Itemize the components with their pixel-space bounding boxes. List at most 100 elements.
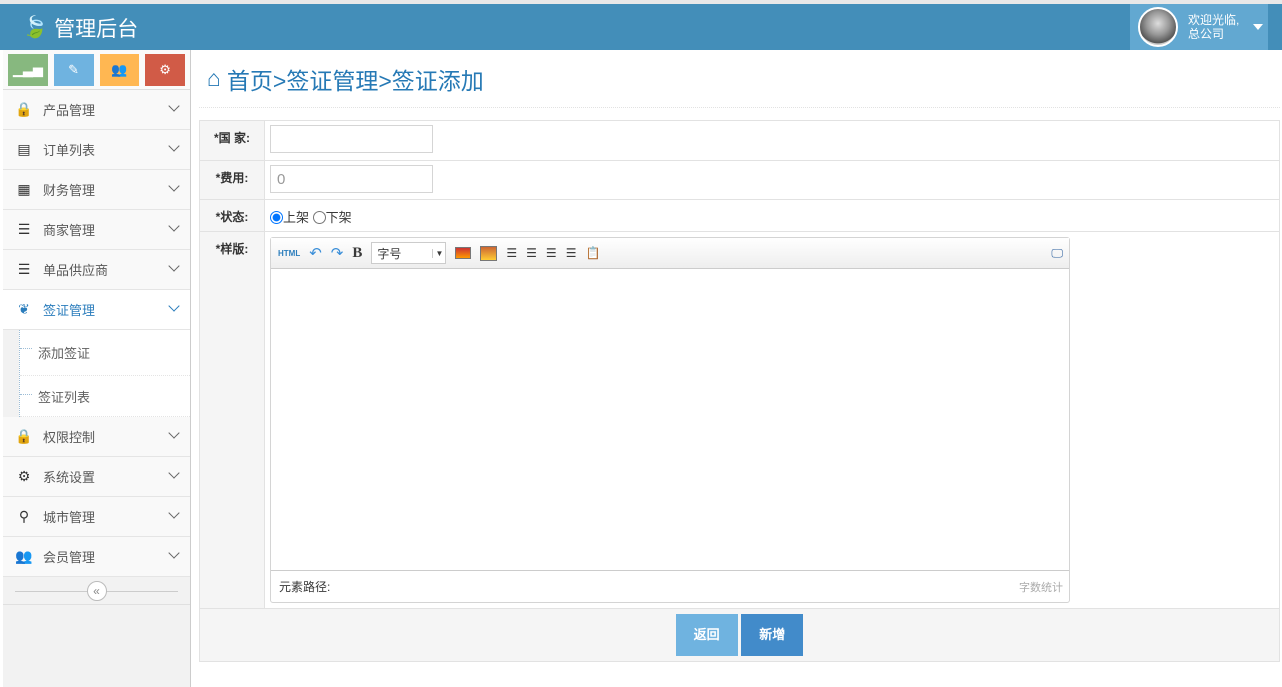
editor-footer: 元素路径: 字数统计 <box>271 570 1069 602</box>
chevron-down-icon <box>168 140 180 152</box>
sidebar: ▁▃▅ ✎ 👥 ⚙ 🔒 产品管理 ▤ 订单列表 ▦ 财务管理 ☰ 商家管理 ☰ 单品供应商… <box>3 50 191 687</box>
country-input[interactable] <box>270 125 433 153</box>
settings-shortcut-button[interactable]: ⚙ <box>145 54 185 86</box>
menu-label: 订单列表 <box>43 143 96 158</box>
status-on-radio[interactable]: 上架 <box>270 210 309 225</box>
font-size-select[interactable]: 字号 ▼ <box>371 242 447 264</box>
chevron-down-icon <box>168 180 180 192</box>
align-right-icon[interactable]: ☰ <box>526 246 537 260</box>
status-on-label: 上架 <box>283 210 310 225</box>
image-icon[interactable] <box>455 247 472 259</box>
fullscreen-icon[interactable]: 🖵 <box>1051 246 1063 261</box>
redo-icon[interactable]: ↷ <box>331 244 344 262</box>
sidebar-item-permissions[interactable]: 🔒 权限控制 <box>3 417 190 457</box>
status-off-label: 下架 <box>325 210 352 225</box>
chevron-down-icon <box>168 300 180 312</box>
add-button[interactable]: 新增 <box>741 614 804 656</box>
chevron-down-icon <box>168 260 180 272</box>
visa-submenu: 添加签证 签证列表 <box>19 330 190 417</box>
brand-title: 管理后台 <box>54 18 139 41</box>
paste-icon[interactable]: 📋 <box>585 246 600 260</box>
breadcrumb[interactable]: 首页>签证管理>签证添加 <box>227 62 484 96</box>
menu-label: 财务管理 <box>43 183 96 198</box>
avatar <box>1138 7 1178 47</box>
align-center-icon[interactable]: ☰ <box>546 246 557 260</box>
server-icon: ☰ <box>17 221 31 237</box>
align-left-icon[interactable]: ☰ <box>506 246 517 260</box>
user-menu[interactable]: 欢迎光临, 总公司 <box>1130 4 1268 50</box>
navbar: 🍃 管理后台 欢迎光临, 总公司 <box>0 4 1282 50</box>
welcome-text: 欢迎光临, <box>1188 13 1240 27</box>
pencil-icon: ✎ <box>68 62 80 77</box>
server-icon: ☰ <box>17 261 31 277</box>
chevron-down-icon <box>168 220 180 232</box>
lock-icon: 🔒 <box>15 101 33 117</box>
submenu-visa-list[interactable]: 签证列表 <box>20 376 190 417</box>
users-shortcut-button[interactable]: 👥 <box>99 54 140 86</box>
page-title: ⌂ 首页>签证管理>签证添加 <box>199 50 1280 108</box>
leaf-icon: ❦ <box>18 301 30 317</box>
back-button[interactable]: 返回 <box>675 614 738 656</box>
rich-text-editor: HTML ↶ ↷ B 字号 ▼ ☰ ☰ ☰ ☰ 📋 🖵 元素路径: 字数统计 <box>270 237 1070 603</box>
menu-label: 单品供应商 <box>43 263 109 278</box>
sidebar-item-merchants[interactable]: ☰ 商家管理 <box>3 210 190 250</box>
editor-body[interactable] <box>271 269 1069 569</box>
justify-icon[interactable]: ☰ <box>566 246 577 260</box>
cogs-icon: ⚙ <box>159 62 171 77</box>
chevron-down-icon <box>168 507 180 519</box>
sidebar-item-cities[interactable]: ⚲ 城市管理 <box>3 497 190 537</box>
submenu-add-visa[interactable]: 添加签证 <box>20 330 190 376</box>
editor-toolbar: HTML ↶ ↷ B 字号 ▼ ☰ ☰ ☰ ☰ 📋 🖵 <box>271 238 1069 269</box>
menu-label: 产品管理 <box>43 103 96 118</box>
main-content: ⌂首页>签证管理>签证添加 *国 家: *费用: *状态: 上架 下架 *样版:… <box>199 50 1280 662</box>
dropdown-arrow-icon: ▼ <box>432 248 445 258</box>
sidebar-item-members[interactable]: 👥 会员管理 <box>3 537 190 577</box>
sidebar-collapse: « <box>3 577 190 605</box>
building-icon: ▦ <box>17 181 31 197</box>
fee-input[interactable] <box>270 165 433 193</box>
home-icon: ⌂ <box>207 65 221 91</box>
status-label: *状态: <box>199 199 265 232</box>
country-label: *国 家: <box>199 120 265 161</box>
menu-label: 商家管理 <box>43 223 96 238</box>
bold-icon[interactable]: B <box>352 245 362 262</box>
sidebar-item-products[interactable]: 🔒 产品管理 <box>3 90 190 130</box>
stats-shortcut-button[interactable]: ▁▃▅ <box>8 54 48 86</box>
menu-label: 签证管理 <box>43 303 96 318</box>
sidebar-item-orders[interactable]: ▤ 订单列表 <box>3 130 190 170</box>
map-marker-icon: ⚲ <box>18 508 30 524</box>
brand[interactable]: 🍃 管理后台 <box>22 13 138 43</box>
signal-icon: ▁▃▅ <box>12 62 43 77</box>
chevron-down-icon <box>168 100 180 112</box>
collapse-button[interactable]: « <box>86 580 107 601</box>
caret-down-icon <box>1253 24 1264 30</box>
menu-label: 城市管理 <box>43 510 96 525</box>
chevron-down-icon <box>168 547 180 559</box>
sidebar-item-visa[interactable]: ❦ 签证管理 <box>3 290 190 330</box>
file-icon: ▤ <box>17 141 31 157</box>
chevron-down-icon <box>168 467 180 479</box>
visa-form: *国 家: *费用: *状态: 上架 下架 *样版: HTML ↶ ↷ B 字号… <box>199 120 1280 662</box>
lock-icon: 🔒 <box>15 428 33 444</box>
user-name: 总公司 <box>1188 27 1225 41</box>
group-icon: 👥 <box>111 62 128 77</box>
fee-label: *费用: <box>199 160 265 200</box>
sidebar-item-system[interactable]: ⚙ 系统设置 <box>3 457 190 497</box>
edit-shortcut-button[interactable]: ✎ <box>53 54 94 86</box>
element-path: 元素路径: <box>279 580 331 594</box>
menu-label: 系统设置 <box>43 470 96 485</box>
shortcuts: ▁▃▅ ✎ 👥 ⚙ <box>3 50 190 90</box>
html-source-button[interactable]: HTML <box>278 249 300 258</box>
leaf-icon: 🍃 <box>22 16 49 39</box>
multi-image-icon[interactable] <box>480 245 498 261</box>
menu-label: 权限控制 <box>43 430 96 445</box>
undo-icon[interactable]: ↶ <box>309 244 322 262</box>
status-off-radio[interactable]: 下架 <box>312 210 352 225</box>
font-size-value: 字号 <box>377 246 402 261</box>
menu-label: 会员管理 <box>43 550 96 565</box>
sidebar-item-suppliers[interactable]: ☰ 单品供应商 <box>3 250 190 290</box>
users-icon: 👥 <box>15 548 33 564</box>
sidebar-item-finance[interactable]: ▦ 财务管理 <box>3 170 190 210</box>
word-count: 字数统计 <box>1019 581 1063 594</box>
gear-icon: ⚙ <box>17 468 31 484</box>
